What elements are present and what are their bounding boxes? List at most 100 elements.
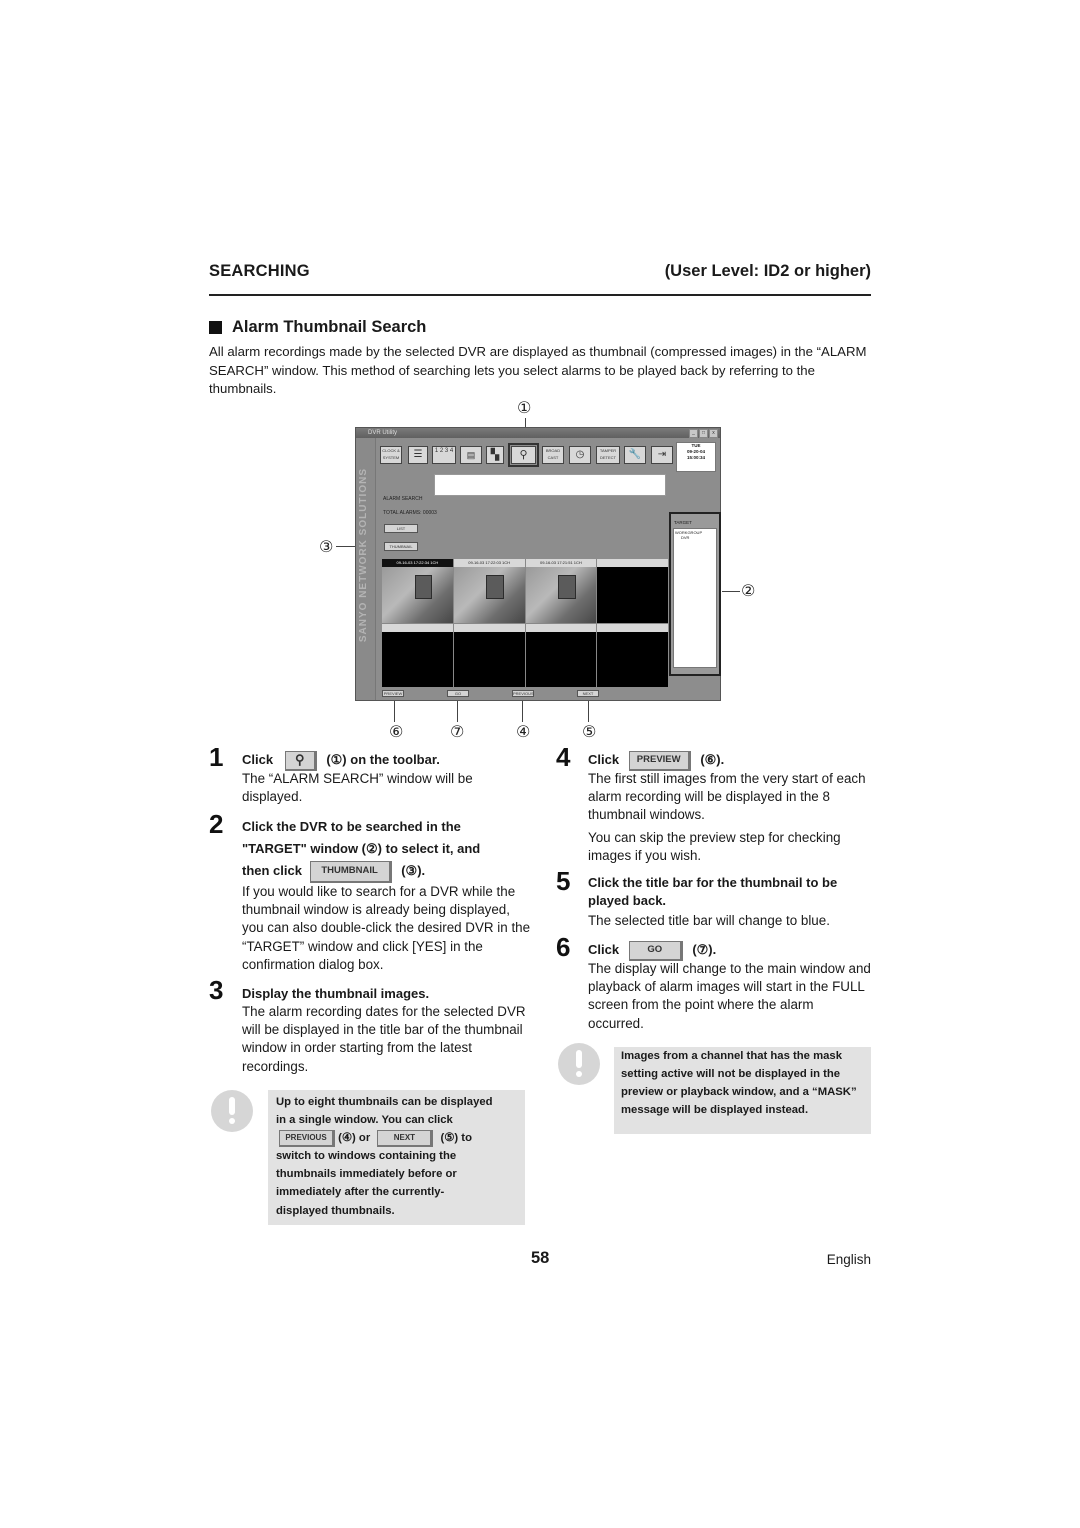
thumbnail-5[interactable] (382, 623, 453, 687)
step-1-number: 1 (209, 742, 224, 772)
target-label: TARGET (674, 520, 692, 525)
previous-inline-button: PREVIOUS (279, 1129, 335, 1147)
quad-screen-icon: ▚ (490, 449, 500, 461)
callout-6: ⑥ (389, 722, 404, 741)
thumbnail-image (382, 567, 453, 623)
target-tree[interactable]: WORKGROUP DVR (673, 528, 717, 668)
settings-button[interactable]: 🔧 (624, 446, 646, 464)
callout-5-line (588, 700, 589, 722)
timer-button[interactable]: ◷ (569, 446, 591, 464)
header-divider (209, 294, 871, 296)
callout-4: ④ (516, 722, 531, 741)
note-2-text: Images from a channel that has the mask … (621, 1050, 857, 1117)
callout-4-line (522, 700, 523, 722)
window-title-bar: DVR Utility _ □ x (356, 428, 720, 438)
note-1-buttons-line: PREVIOUS (④) or NEXT (⑤) to (276, 1129, 525, 1147)
target-tree-dvr[interactable]: DVR (675, 535, 715, 540)
clock-display: TUE 09-20-04 15:00:34 (676, 442, 716, 472)
step-1-click: Click (242, 752, 274, 767)
thumbnail-button[interactable]: THUMBNAIL (384, 542, 418, 551)
step-4-body: The first still images from the very sta… (588, 771, 866, 823)
tamper-detect-button[interactable]: TAMPER DETECT (596, 446, 620, 464)
clock-system-button[interactable]: CLOCK & SYSTEM (380, 446, 402, 464)
thumbnail-title-bar[interactable]: 09-16-03 17:21:51 1CH (525, 559, 597, 567)
exit-icon: ⇥ (657, 449, 667, 460)
list-icon: ☰ (413, 449, 423, 460)
side-brand-bar: SANYO NETWORK SOLUTIONS (356, 438, 376, 700)
language-label: English (826, 1252, 871, 1267)
thumbnail-4[interactable] (597, 559, 668, 623)
go-button[interactable]: GO (447, 690, 469, 697)
step-6-suffix: (⑦). (692, 942, 717, 957)
step-2-body: If you would like to search for a DVR wh… (242, 884, 531, 972)
list-button[interactable]: LIST (384, 524, 418, 533)
step-4-suffix: (⑥). (700, 752, 725, 767)
thumbnail-image (597, 631, 668, 687)
camera-select-button[interactable]: 1 2 3 4 (432, 446, 456, 464)
subsection-title-text: Alarm Thumbnail Search (232, 318, 427, 336)
callout-3: ③ (319, 537, 334, 556)
alarm-search-label: ALARM SEARCH (383, 496, 423, 502)
thumbnail-title-bar[interactable]: 09-16-03 17:22:03 1CH (453, 559, 525, 567)
thumbnail-title-bar[interactable] (382, 623, 453, 632)
thumbnail-title-bar[interactable] (597, 623, 668, 632)
step-3-body: The alarm recording dates for the select… (242, 1004, 526, 1074)
step-5-heading: Click the title bar for the thumbnail to… (588, 875, 838, 908)
clock-time: 15:00:34 (686, 455, 705, 460)
step-6-click: Click (588, 942, 620, 957)
thumbnail-title-bar[interactable] (525, 623, 597, 632)
callout-2: ② (741, 581, 756, 600)
step-6-heading: Click GO (⑦). (588, 939, 716, 961)
preview-button[interactable]: PREVIEW (382, 690, 404, 697)
thumbnail-8[interactable] (597, 623, 668, 687)
maximize-button[interactable]: □ (699, 429, 708, 438)
step-3-number: 3 (209, 975, 224, 1005)
callout-5: ⑤ (582, 722, 597, 741)
search-icon: ⚲ (519, 449, 528, 461)
step-2-suffix: (③). (401, 863, 426, 878)
next-button[interactable]: NEXT (577, 690, 599, 697)
thumbnail-image (453, 631, 525, 687)
list-view-button[interactable]: ☰ (408, 446, 428, 464)
multi-screen-icon: ▤ (466, 450, 476, 460)
thumbnail-1[interactable]: 09-16-03 17:22:34 1CH (382, 559, 453, 623)
thumbnail-grid: 09-16-03 17:22:34 1CH 09-16-03 17:22:03 … (382, 559, 668, 687)
quad-screen-button[interactable]: ▚ (486, 446, 504, 464)
alarm-search-button[interactable]: ⚲ (508, 443, 539, 467)
step-2-heading-line2: "TARGET" window (②) to select it, and (242, 841, 481, 856)
page-number: 58 (531, 1249, 550, 1267)
step-1-suffix: (①) on the toolbar. (326, 752, 440, 767)
step-5-body: The selected title bar will change to bl… (588, 913, 830, 928)
target-window[interactable]: TARGET WORKGROUP DVR (669, 512, 721, 676)
note-mask-setting: Images from a channel that has the mask … (614, 1047, 871, 1134)
thumbnail-title-bar[interactable]: 09-16-03 17:22:34 1CH (382, 559, 453, 567)
step-5-number: 5 (556, 866, 571, 896)
step-2-number: 2 (209, 809, 224, 839)
thumbnail-image (525, 567, 597, 623)
search-icon: ⚲ (294, 751, 305, 767)
minimize-button[interactable]: _ (689, 429, 698, 438)
wrench-icon: 🔧 (628, 449, 642, 460)
thumbnail-6[interactable] (453, 623, 525, 687)
thumbnail-2[interactable]: 09-16-03 17:22:03 1CH (453, 559, 525, 623)
thumbnail-7[interactable] (525, 623, 597, 687)
callout-7-line (457, 700, 458, 722)
thumbnail-image (453, 567, 525, 623)
section-title: SEARCHING (209, 262, 310, 280)
intro-paragraph: All alarm recordings made by the selecte… (209, 344, 867, 396)
thumbnail-title-bar[interactable] (597, 559, 668, 567)
previous-button[interactable]: PREVIOUS (512, 690, 534, 697)
step-2-heading-line3: then click THUMBNAIL (③). (242, 860, 425, 883)
step-6-body: The display will change to the main wind… (588, 961, 871, 1031)
note-1-rest: switch to windows containing the thumbna… (276, 1150, 457, 1217)
step-1-body: The “ALARM SEARCH” window will be displa… (242, 771, 473, 805)
search-toolbar-button: ⚲ (284, 750, 317, 771)
thumbnail-3[interactable]: 09-16-03 17:21:51 1CH (525, 559, 597, 623)
broadcast-button[interactable]: BROAD CAST (542, 446, 564, 464)
multi-screen-button[interactable]: ▤ (460, 446, 482, 464)
note-1-line1: Up to eight thumbnails can be displayed (276, 1096, 493, 1108)
exit-button[interactable]: ⇥ (651, 446, 673, 464)
thumbnail-title-bar[interactable] (453, 623, 525, 632)
close-button[interactable]: x (709, 429, 718, 438)
timer-icon: ◷ (575, 449, 585, 460)
